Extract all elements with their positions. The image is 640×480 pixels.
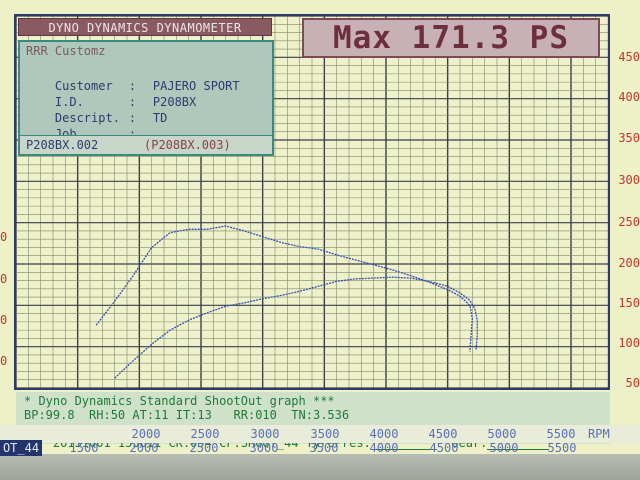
power-axis-tick: 200 — [618, 256, 640, 270]
rpm-tick-lower: 4500 — [429, 441, 459, 455]
power-axis-tick: 250 — [618, 215, 640, 229]
rpm-tick-label: 5500 — [546, 427, 576, 441]
app-title-bar: DYNO DYNAMICS DYNAMOMETER — [18, 18, 272, 36]
primary-run-file[interactable]: P208BX.002 — [26, 136, 98, 154]
rpm-tick-lower: 2500 — [189, 441, 219, 455]
power-axis-tick: 450 — [618, 50, 640, 64]
info-row-descript: Descript.: TD — [26, 94, 167, 125]
rpm-tick-lower: 3000 — [249, 441, 279, 455]
torque-axis-tick: 0 — [0, 272, 8, 286]
rpm-tick-label: 2000 — [131, 427, 161, 441]
power-axis-tick: 400 — [618, 90, 640, 104]
info-row-id: I.D.: P208BX — [26, 78, 196, 109]
rpm-axis-unit: RPM — [588, 427, 610, 441]
rpm-tick-label: 3000 — [250, 427, 280, 441]
compare-run-file[interactable]: (P208BX.003) — [144, 136, 231, 154]
monitor-bezel — [0, 454, 640, 480]
power-axis-tick: 100 — [618, 336, 640, 350]
info-row-job: Job: — [26, 110, 153, 141]
max-power-readout: Max 171.3 PS — [302, 18, 600, 58]
rpm-tick-label: 2500 — [190, 427, 220, 441]
rpm-tick-lower: 2000 — [129, 441, 159, 455]
power-axis-tick: 150 — [618, 296, 640, 310]
conditions-line: BP:99.8 RH:50 AT:11 IT:13 RR:010 TN:3.53… — [24, 408, 350, 422]
file-names-bar: P208BX.002 (P208BX.003) — [20, 135, 272, 154]
rpm-tick-lower: 4000 — [369, 441, 399, 455]
rpm-tick-label: 4500 — [428, 427, 458, 441]
info-row-customer: Customer: PAJERO SPORT — [26, 62, 240, 93]
rpm-tick-lower: 3500 — [309, 441, 339, 455]
rpm-tick-lower: 1500 — [69, 441, 99, 455]
rpm-tick-lower: 5000 — [489, 441, 519, 455]
torque-axis-tick: 0 — [0, 354, 8, 368]
rpm-tick-label: 3500 — [310, 427, 340, 441]
rpm-tick-label: 5000 — [487, 427, 517, 441]
graph-type-title: * Dyno Dynamics Standard ShootOut graph … — [24, 394, 335, 408]
info-value: TD — [152, 111, 168, 125]
graph-tab-label[interactable]: OT_44 — [0, 440, 42, 456]
power-axis-tick: 300 — [618, 173, 640, 187]
power-axis-tick: 350 — [618, 131, 640, 145]
company-name: RRR Customz — [26, 44, 106, 58]
rpm-tick-lower: 5500 — [547, 441, 577, 455]
power-axis-tick: 50 — [625, 376, 640, 390]
run-info-panel: RRR Customz Customer: PAJERO SPORT I.D.: P… — [18, 40, 274, 157]
torque-axis-tick: 0 — [0, 230, 8, 244]
torque-axis-tick: 0 — [0, 313, 8, 327]
rpm-tick-label: 4000 — [369, 427, 399, 441]
